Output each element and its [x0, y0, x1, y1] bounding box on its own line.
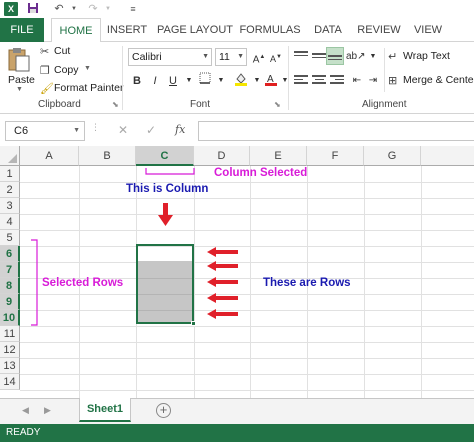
sheet-tab-bar: ◀ ▶ Sheet1 + [0, 398, 474, 424]
add-sheet-icon[interactable]: + [156, 403, 171, 418]
wrap-text-icon: ↵ [388, 51, 398, 63]
ribbon-separator [384, 48, 385, 92]
customize-toolbar-icon[interactable]: ≡ [126, 2, 140, 16]
merge-center-button[interactable]: Merge & Center [403, 74, 474, 86]
ribbon-separator [122, 46, 123, 110]
arrow-left-icon [207, 247, 238, 257]
sheet-tab-sheet1[interactable]: Sheet1 [79, 398, 131, 422]
orientation-dropdown-icon[interactable]: ▼ [364, 48, 382, 66]
format-painter-button[interactable]: Format Painter [54, 82, 123, 94]
font-name-value: Calibri [132, 51, 162, 63]
tab-review[interactable]: REVIEW [354, 18, 404, 42]
alignment-group-label: Alignment [362, 99, 407, 110]
clipboard-group-label: Clipboard [38, 99, 81, 110]
align-bottom-button[interactable] [326, 47, 344, 65]
font-name-select[interactable]: Calibri ▼ [128, 48, 212, 66]
paste-button[interactable]: Paste ▼ [4, 46, 35, 94]
chevron-down-icon: ▼ [73, 127, 80, 134]
undo-dropdown-icon[interactable]: ▼ [67, 2, 81, 16]
quick-access-toolbar: X ↶ ▼ ↷ ▼ ≡ [0, 0, 474, 18]
prev-sheet-icon[interactable]: ◀ [22, 405, 29, 416]
copy-button[interactable]: Copy [54, 64, 79, 76]
save-icon[interactable] [26, 2, 40, 16]
undo-icon[interactable]: ↶ [52, 2, 66, 16]
paste-label: Paste [8, 74, 35, 86]
tab-formulas[interactable]: FORMULAS [238, 18, 302, 42]
italic-button[interactable]: I [146, 72, 164, 90]
column-selected-label: Column Selected [214, 167, 308, 179]
cut-icon: ✂ [40, 46, 50, 58]
redo-icon[interactable]: ↷ [86, 2, 100, 16]
these-are-rows-label: These are Rows [263, 277, 351, 289]
enter-icon[interactable]: ✓ [146, 123, 156, 137]
formula-bar-grip-icon: ⋮ [91, 122, 100, 132]
font-size-value: 11 [219, 51, 230, 63]
ribbon-tabs: FILE HOME INSERT PAGE LAYOUT FORMULAS DA… [0, 18, 474, 43]
align-right-button[interactable] [328, 72, 346, 90]
bold-button[interactable]: B [128, 72, 146, 90]
chevron-down-icon: ▼ [202, 53, 209, 60]
ribbon-home: Paste ▼ ✂ Cut ❐ Copy ▼ 🖌 Format Painter … [0, 42, 474, 114]
arrow-down-icon [158, 203, 173, 226]
format-painter-icon: 🖌 [40, 83, 54, 95]
orientation-icon[interactable]: ab↗ [346, 48, 366, 66]
copy-icon: ❐ [40, 65, 50, 77]
insert-function-icon[interactable]: fx [175, 123, 185, 136]
arrow-left-icon [207, 277, 238, 287]
arrow-left-icon [207, 261, 238, 271]
formula-input[interactable] [198, 121, 474, 141]
worksheet-grid[interactable]: A B C D E F G 1 2 3 4 5 6 7 8 9 10 11 12… [0, 146, 474, 398]
tab-view[interactable]: VIEW [410, 18, 446, 42]
cut-button[interactable]: Cut [54, 45, 70, 57]
arrow-left-icon [207, 293, 238, 303]
paste-icon [8, 48, 30, 72]
merge-center-icon: ⊞ [388, 75, 398, 87]
grow-font-button[interactable]: A▲ [250, 48, 268, 66]
tab-home[interactable]: HOME [51, 18, 101, 43]
name-box-value: C6 [14, 125, 29, 137]
selected-rows-label: Selected Rows [42, 277, 124, 289]
copy-dropdown-icon[interactable]: ▼ [84, 65, 91, 72]
tab-page-layout[interactable]: PAGE LAYOUT [156, 18, 234, 42]
column-bracket [145, 168, 195, 175]
tab-insert[interactable]: INSERT [104, 18, 150, 42]
cancel-icon[interactable]: ✕ [118, 123, 128, 137]
font-group-label: Font [190, 99, 211, 110]
redo-dropdown-icon[interactable]: ▼ [101, 2, 115, 16]
wrap-text-button[interactable]: Wrap Text [403, 50, 450, 62]
paste-dropdown-icon[interactable]: ▼ [16, 86, 23, 93]
this-is-column-label: This is Column [126, 183, 209, 195]
ribbon-separator [288, 46, 289, 110]
tab-data[interactable]: DATA [308, 18, 348, 42]
align-top-button[interactable] [292, 48, 310, 66]
name-box[interactable]: C6 ▼ [5, 121, 85, 141]
annotation-layer [31, 168, 238, 326]
font-size-select[interactable]: 11 ▼ [215, 48, 247, 66]
status-bar: READY [0, 424, 474, 442]
chevron-down-icon: ▼ [237, 53, 244, 60]
clipboard-launcher-icon[interactable]: ⬊ [112, 98, 119, 112]
rows-bracket [31, 239, 38, 326]
next-sheet-icon[interactable]: ▶ [44, 405, 51, 416]
excel-logo-icon: X [4, 2, 18, 16]
tab-file[interactable]: FILE [0, 18, 44, 42]
increase-indent-icon[interactable]: ⇥ [364, 72, 382, 90]
borders-dropdown-icon[interactable]: ▼ [212, 72, 230, 90]
shrink-font-button[interactable]: A▼ [267, 48, 285, 66]
formula-bar: C6 ▼ ⋮ ✕ ✓ fx [0, 114, 474, 146]
arrow-left-icon [207, 309, 238, 319]
font-launcher-icon[interactable]: ⬊ [274, 98, 281, 112]
align-left-button[interactable] [292, 72, 310, 90]
align-center-button[interactable] [310, 72, 328, 90]
